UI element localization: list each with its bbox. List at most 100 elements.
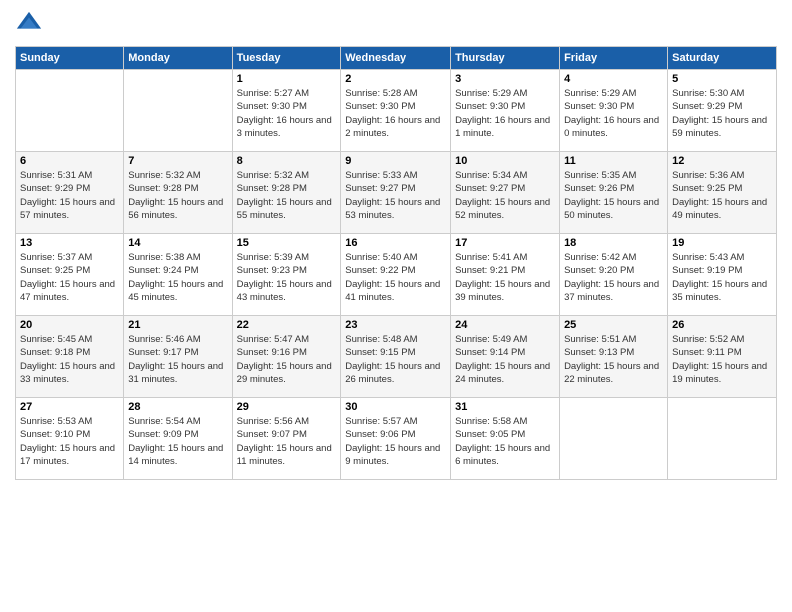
cell-info: Sunrise: 5:51 AMSunset: 9:13 PMDaylight:… [564, 333, 663, 386]
cell-info: Sunrise: 5:28 AMSunset: 9:30 PMDaylight:… [345, 87, 446, 140]
week-row: 27 Sunrise: 5:53 AMSunset: 9:10 PMDayligh… [16, 398, 777, 480]
cell-info: Sunrise: 5:33 AMSunset: 9:27 PMDaylight:… [345, 169, 446, 222]
calendar-cell [668, 398, 777, 480]
day-number: 12 [672, 155, 772, 167]
header-thursday: Thursday [451, 47, 560, 70]
calendar-cell: 28 Sunrise: 5:54 AMSunset: 9:09 PMDayligh… [124, 398, 232, 480]
cell-info: Sunrise: 5:48 AMSunset: 9:15 PMDaylight:… [345, 333, 446, 386]
header-sunday: Sunday [16, 47, 124, 70]
week-row: 6Sunrise: 5:31 AMSunset: 9:29 PMDaylight… [16, 152, 777, 234]
cell-info: Sunrise: 5:52 AMSunset: 9:11 PMDaylight:… [672, 333, 772, 386]
header-monday: Monday [124, 47, 232, 70]
cell-info: Sunrise: 5:46 AMSunset: 9:17 PMDaylight:… [128, 333, 227, 386]
calendar-cell: 8 Sunrise: 5:32 AMSunset: 9:28 PMDaylight… [232, 152, 341, 234]
calendar-cell: 9 Sunrise: 5:33 AMSunset: 9:27 PMDaylight… [341, 152, 451, 234]
week-row: 13 Sunrise: 5:37 AMSunset: 9:25 PMDayligh… [16, 234, 777, 316]
cell-info: Sunrise: 5:32 AMSunset: 9:28 PMDaylight:… [128, 169, 227, 222]
header-row: SundayMondayTuesdayWednesdayThursdayFrid… [16, 47, 777, 70]
calendar-cell: 19 Sunrise: 5:43 AMSunset: 9:19 PMDayligh… [668, 234, 777, 316]
calendar-cell: 17 Sunrise: 5:41 AMSunset: 9:21 PMDayligh… [451, 234, 560, 316]
calendar-cell: 22 Sunrise: 5:47 AMSunset: 9:16 PMDayligh… [232, 316, 341, 398]
day-number: 24 [455, 319, 555, 331]
calendar-cell: 2 Sunrise: 5:28 AMSunset: 9:30 PMDaylight… [341, 70, 451, 152]
cell-info: Sunrise: 5:37 AMSunset: 9:25 PMDaylight:… [20, 251, 119, 304]
day-number: 27 [20, 401, 119, 413]
header-tuesday: Tuesday [232, 47, 341, 70]
cell-info: Sunrise: 5:56 AMSunset: 9:07 PMDaylight:… [237, 415, 337, 468]
day-number: 28 [128, 401, 227, 413]
day-number: 5 [672, 73, 772, 85]
calendar-cell [124, 70, 232, 152]
cell-info: Sunrise: 5:42 AMSunset: 9:20 PMDaylight:… [564, 251, 663, 304]
day-number: 21 [128, 319, 227, 331]
calendar-cell: 3 Sunrise: 5:29 AMSunset: 9:30 PMDaylight… [451, 70, 560, 152]
calendar-cell: 24 Sunrise: 5:49 AMSunset: 9:14 PMDayligh… [451, 316, 560, 398]
day-number: 26 [672, 319, 772, 331]
logo-icon [15, 10, 43, 38]
day-number: 22 [237, 319, 337, 331]
day-number: 4 [564, 73, 663, 85]
cell-info: Sunrise: 5:57 AMSunset: 9:06 PMDaylight:… [345, 415, 446, 468]
day-number: 2 [345, 73, 446, 85]
day-number: 3 [455, 73, 555, 85]
day-number: 8 [237, 155, 337, 167]
cell-info: Sunrise: 5:40 AMSunset: 9:22 PMDaylight:… [345, 251, 446, 304]
header-saturday: Saturday [668, 47, 777, 70]
day-number: 7 [128, 155, 227, 167]
cell-info: Sunrise: 5:45 AMSunset: 9:18 PMDaylight:… [20, 333, 119, 386]
calendar-cell: 27 Sunrise: 5:53 AMSunset: 9:10 PMDayligh… [16, 398, 124, 480]
cell-info: Sunrise: 5:43 AMSunset: 9:19 PMDaylight:… [672, 251, 772, 304]
calendar-cell: 6Sunrise: 5:31 AMSunset: 9:29 PMDaylight… [16, 152, 124, 234]
calendar-cell [560, 398, 668, 480]
calendar-cell: 16 Sunrise: 5:40 AMSunset: 9:22 PMDayligh… [341, 234, 451, 316]
calendar-cell: 13 Sunrise: 5:37 AMSunset: 9:25 PMDayligh… [16, 234, 124, 316]
calendar-cell: 7 Sunrise: 5:32 AMSunset: 9:28 PMDaylight… [124, 152, 232, 234]
cell-info: Sunrise: 5:32 AMSunset: 9:28 PMDaylight:… [237, 169, 337, 222]
calendar: SundayMondayTuesdayWednesdayThursdayFrid… [15, 46, 777, 480]
header [15, 10, 777, 38]
day-number: 13 [20, 237, 119, 249]
day-number: 17 [455, 237, 555, 249]
week-row: 20 Sunrise: 5:45 AMSunset: 9:18 PMDayligh… [16, 316, 777, 398]
cell-info: Sunrise: 5:31 AMSunset: 9:29 PMDaylight:… [20, 169, 119, 222]
calendar-cell [16, 70, 124, 152]
calendar-cell: 14Sunrise: 5:38 AMSunset: 9:24 PMDayligh… [124, 234, 232, 316]
cell-info: Sunrise: 5:27 AMSunset: 9:30 PMDaylight:… [237, 87, 337, 140]
cell-info: Sunrise: 5:29 AMSunset: 9:30 PMDaylight:… [564, 87, 663, 140]
day-number: 25 [564, 319, 663, 331]
day-number: 1 [237, 73, 337, 85]
cell-info: Sunrise: 5:34 AMSunset: 9:27 PMDaylight:… [455, 169, 555, 222]
cell-info: Sunrise: 5:47 AMSunset: 9:16 PMDaylight:… [237, 333, 337, 386]
day-number: 18 [564, 237, 663, 249]
cell-info: Sunrise: 5:54 AMSunset: 9:09 PMDaylight:… [128, 415, 227, 468]
day-number: 9 [345, 155, 446, 167]
day-number: 29 [237, 401, 337, 413]
calendar-cell: 26 Sunrise: 5:52 AMSunset: 9:11 PMDayligh… [668, 316, 777, 398]
cell-info: Sunrise: 5:29 AMSunset: 9:30 PMDaylight:… [455, 87, 555, 140]
calendar-cell: 30 Sunrise: 5:57 AMSunset: 9:06 PMDayligh… [341, 398, 451, 480]
calendar-cell: 5Sunrise: 5:30 AMSunset: 9:29 PMDaylight… [668, 70, 777, 152]
day-number: 30 [345, 401, 446, 413]
calendar-cell: 31Sunrise: 5:58 AMSunset: 9:05 PMDayligh… [451, 398, 560, 480]
cell-info: Sunrise: 5:53 AMSunset: 9:10 PMDaylight:… [20, 415, 119, 468]
calendar-cell: 25 Sunrise: 5:51 AMSunset: 9:13 PMDayligh… [560, 316, 668, 398]
day-number: 20 [20, 319, 119, 331]
calendar-cell: 11 Sunrise: 5:35 AMSunset: 9:26 PMDayligh… [560, 152, 668, 234]
cell-info: Sunrise: 5:41 AMSunset: 9:21 PMDaylight:… [455, 251, 555, 304]
logo [15, 10, 47, 38]
cell-info: Sunrise: 5:39 AMSunset: 9:23 PMDaylight:… [237, 251, 337, 304]
calendar-cell: 20 Sunrise: 5:45 AMSunset: 9:18 PMDayligh… [16, 316, 124, 398]
cell-info: Sunrise: 5:49 AMSunset: 9:14 PMDaylight:… [455, 333, 555, 386]
header-friday: Friday [560, 47, 668, 70]
page: SundayMondayTuesdayWednesdayThursdayFrid… [0, 0, 792, 612]
day-number: 14 [128, 237, 227, 249]
day-number: 19 [672, 237, 772, 249]
day-number: 15 [237, 237, 337, 249]
calendar-cell: 4 Sunrise: 5:29 AMSunset: 9:30 PMDaylight… [560, 70, 668, 152]
day-number: 10 [455, 155, 555, 167]
calendar-cell: 12Sunrise: 5:36 AMSunset: 9:25 PMDayligh… [668, 152, 777, 234]
day-number: 23 [345, 319, 446, 331]
cell-info: Sunrise: 5:35 AMSunset: 9:26 PMDaylight:… [564, 169, 663, 222]
day-number: 16 [345, 237, 446, 249]
day-number: 11 [564, 155, 663, 167]
